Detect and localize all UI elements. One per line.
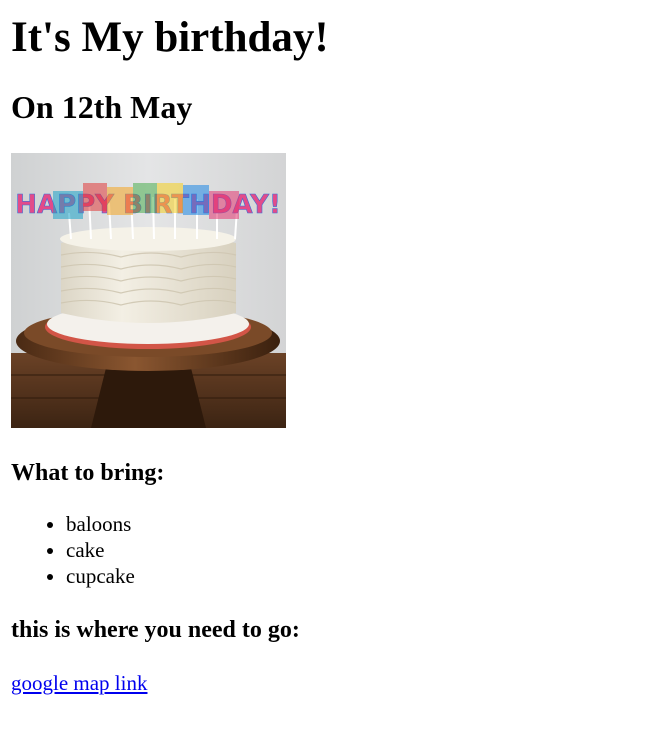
list-item: baloons	[66, 511, 639, 537]
page-title: It's My birthday!	[11, 14, 329, 61]
date-subtitle: On 12th May	[11, 89, 193, 125]
list-item: cake	[66, 537, 639, 563]
google-map-link[interactable]: google map link	[11, 671, 147, 696]
bring-list: baloons cake cupcake	[11, 511, 639, 589]
bring-heading: What to bring:	[11, 460, 165, 486]
location-heading: this is where you need to go:	[11, 617, 300, 643]
birthday-cake-image: HAPPY BIRTHDAY!	[11, 153, 286, 428]
list-item: cupcake	[66, 563, 639, 589]
